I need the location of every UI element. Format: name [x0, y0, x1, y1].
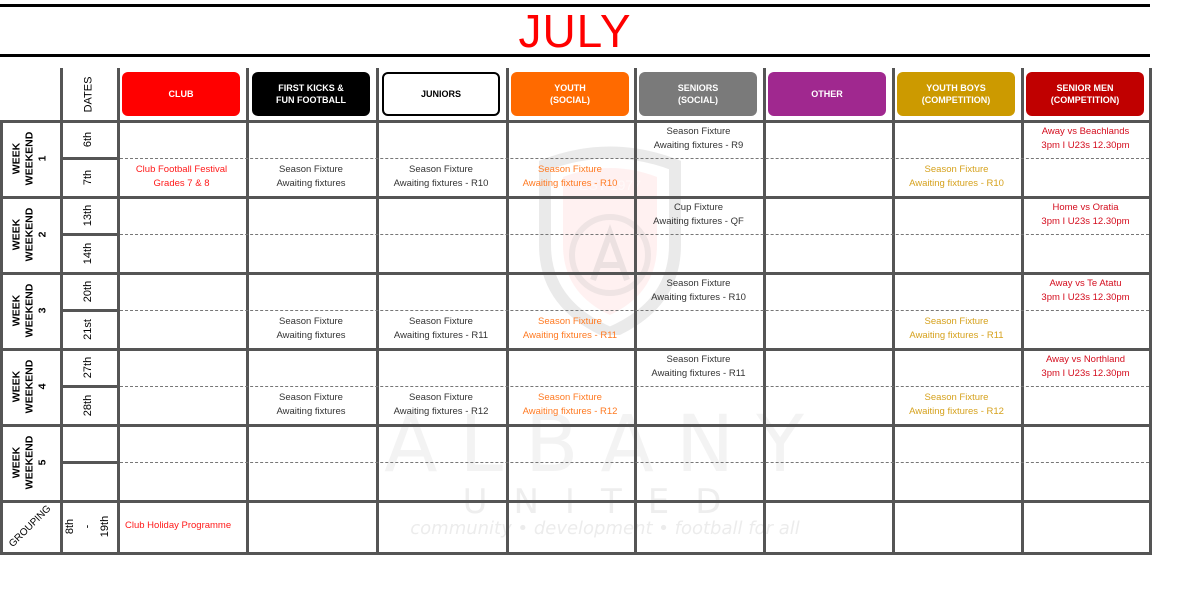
date-cell	[60, 424, 117, 462]
fixture-entry[interactable]: Club Football Festival Grades 7 & 8	[117, 158, 246, 196]
fixture-calendar-table: DATES CLUB FIRST KICKS & FUN FOOTBALL JUN…	[0, 68, 1152, 555]
fixture-entry[interactable]: Season Fixture Awaiting fixtures - R9	[634, 120, 763, 158]
fixture-entry[interactable]: Away vs Te Atatu 3pm I U23s 12.30pm	[1021, 272, 1150, 310]
fixture-entry[interactable]: Season Fixture Awaiting fixtures - R11	[634, 348, 763, 386]
grouping-date-start: 8th	[64, 518, 77, 534]
date-cell: 6th	[81, 131, 94, 147]
grid-vertical-line	[0, 120, 3, 554]
grouping-date-separator: -	[81, 524, 94, 528]
day-divider-dashed	[120, 310, 1149, 311]
fixture-entry[interactable]: Season Fixture Awaiting fixtures - R10	[506, 158, 634, 196]
dates-column-header: DATES	[81, 76, 94, 112]
fixture-entry[interactable]: Season Fixture Awaiting fixtures - R10	[376, 158, 506, 196]
header-first-kicks[interactable]: FIRST KICKS & FUN FOOTBALL	[252, 72, 370, 116]
date-cell: 13th	[81, 204, 94, 226]
grid-vertical-line	[506, 68, 509, 554]
day-divider-dashed	[120, 234, 1149, 235]
week-label-3: WEEK WEEKEND 3	[10, 283, 49, 337]
date-cell: 14th	[81, 242, 94, 264]
date-split-line	[60, 461, 119, 464]
fixture-entry[interactable]: Season Fixture Awaiting fixtures - R12	[892, 386, 1021, 424]
week-label-5: WEEK WEEKEND 5	[10, 435, 49, 489]
grid-horizontal-line	[0, 424, 1152, 427]
grid-vertical-line	[634, 68, 637, 554]
header-youth-boys[interactable]: YOUTH BOYS (COMPETITION)	[897, 72, 1015, 116]
date-cell: 21st	[81, 318, 94, 340]
fixture-entry[interactable]: Cup Fixture Awaiting fixtures - QF	[634, 196, 763, 234]
date-cell	[60, 462, 117, 500]
fixture-entry[interactable]: Season Fixture Awaiting fixtures - R11	[892, 310, 1021, 348]
grid-horizontal-line	[0, 120, 1152, 123]
fixture-entry[interactable]: Season Fixture Awaiting fixtures - R11	[376, 310, 506, 348]
day-divider-dashed	[120, 386, 1149, 387]
fixture-entry[interactable]: Season Fixture Awaiting fixtures	[246, 386, 376, 424]
week-label-1: WEEK WEEKEND 1	[10, 131, 49, 185]
date-split-line	[60, 309, 119, 312]
date-split-line	[60, 385, 119, 388]
day-divider-dashed	[120, 158, 1149, 159]
grid-horizontal-line	[0, 552, 1152, 555]
fixture-entry[interactable]: Home vs Oratia 3pm I U23s 12.30pm	[1021, 196, 1150, 234]
week-label-4: WEEK WEEKEND 4	[10, 359, 49, 413]
header-other[interactable]: OTHER	[768, 72, 886, 116]
grouping-date-end: 19th	[99, 515, 112, 537]
grid-vertical-line	[246, 68, 249, 554]
fixture-entry[interactable]: Season Fixture Awaiting fixtures - R10	[634, 272, 763, 310]
date-split-line	[60, 233, 119, 236]
date-split-line	[60, 157, 119, 160]
header-club[interactable]: CLUB	[122, 72, 240, 116]
fixture-entry[interactable]: Away vs Northland 3pm I U23s 12.30pm	[1021, 348, 1150, 386]
fixture-entry[interactable]: Season Fixture Awaiting fixtures	[246, 310, 376, 348]
fixture-entry[interactable]: Season Fixture Awaiting fixtures - R12	[506, 386, 634, 424]
header-seniors-social[interactable]: SENIORS (SOCIAL)	[639, 72, 757, 116]
grid-vertical-line	[763, 68, 766, 554]
page-title: JULY	[518, 5, 632, 57]
title-underline	[0, 54, 1150, 57]
grid-vertical-line	[376, 68, 379, 554]
fixture-entry[interactable]: Season Fixture Awaiting fixtures - R12	[376, 386, 506, 424]
grid-horizontal-line	[0, 348, 1152, 351]
date-cell: 28th	[81, 394, 94, 416]
header-senior-men[interactable]: SENIOR MEN (COMPETITION)	[1026, 72, 1144, 116]
date-cell: 27th	[81, 356, 94, 378]
grid-vertical-line	[1149, 68, 1152, 554]
date-cell: 20th	[81, 280, 94, 302]
fixture-entry[interactable]: Season Fixture Awaiting fixtures - R10	[892, 158, 1021, 196]
grid-vertical-line	[1021, 68, 1024, 554]
grouping-club-entry[interactable]: Club Holiday Programme	[117, 500, 246, 552]
fixture-entry[interactable]: Away vs Beachlands 3pm I U23s 12.30pm	[1021, 120, 1150, 158]
grid-horizontal-line	[0, 500, 1152, 503]
grid-horizontal-line	[0, 196, 1152, 199]
grid-vertical-line	[892, 68, 895, 554]
header-juniors[interactable]: JUNIORS	[382, 72, 500, 116]
fixture-entry[interactable]: Season Fixture Awaiting fixtures	[246, 158, 376, 196]
grouping-label: GROUPING	[6, 502, 54, 550]
day-divider-dashed	[120, 462, 1149, 463]
date-cell: 7th	[81, 169, 94, 185]
fixture-entry[interactable]: Season Fixture Awaiting fixtures - R11	[506, 310, 634, 348]
grid-horizontal-line	[0, 272, 1152, 275]
week-label-2: WEEK WEEKEND 2	[10, 207, 49, 261]
header-youth-social[interactable]: YOUTH (SOCIAL)	[511, 72, 629, 116]
